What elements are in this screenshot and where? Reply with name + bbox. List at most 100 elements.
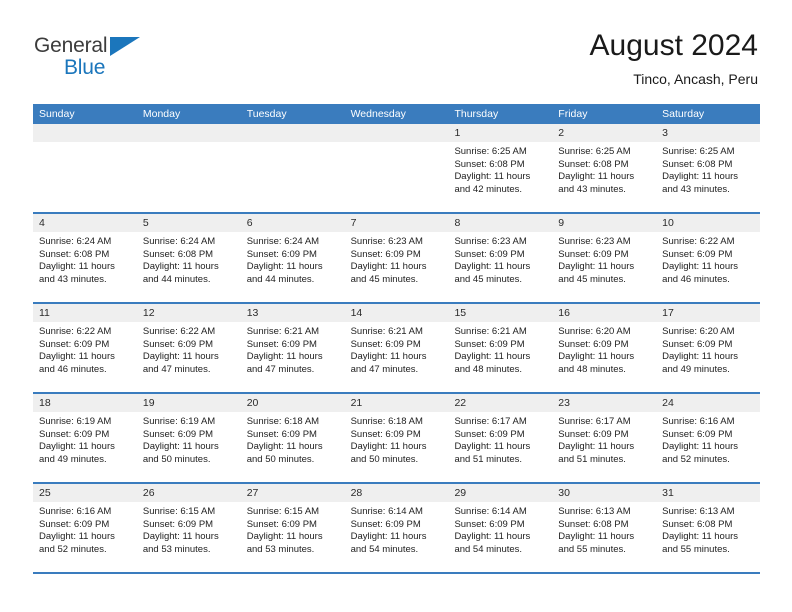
daylight-duration-line2: and 55 minutes. bbox=[558, 543, 626, 555]
sunrise-time: Sunrise: 6:20 AM bbox=[662, 326, 735, 337]
day-number: 21 bbox=[344, 394, 449, 412]
sunrise-time: Sunrise: 6:14 AM bbox=[454, 506, 527, 517]
daylight-duration-line2: and 54 minutes. bbox=[350, 543, 419, 555]
daylight-duration-line1: Daylight: 11 hours bbox=[558, 441, 635, 452]
day-details: Sunrise: 6:21 AM Sunset: 6:09 PM Daylight:… bbox=[448, 322, 552, 376]
daylight-duration-line1: Daylight: 11 hours bbox=[39, 261, 115, 272]
sunset-time: Sunset: 6:08 PM bbox=[454, 158, 525, 170]
calendar-day-cell[interactable]: 19 Sunrise: 6:19 AM Sunset: 6:09 PM Dayligh… bbox=[136, 394, 241, 482]
sunrise-time: Sunrise: 6:25 AM bbox=[454, 146, 527, 157]
calendar-day-cell[interactable]: 25 Sunrise: 6:16 AM Sunset: 6:09 PM Dayligh… bbox=[33, 484, 137, 572]
daylight-duration-line2: and 53 minutes. bbox=[246, 543, 315, 555]
daylight-duration-line2: and 44 minutes. bbox=[246, 273, 315, 285]
calendar-day-cell[interactable]: 15 Sunrise: 6:21 AM Sunset: 6:09 PM Dayligh… bbox=[448, 304, 553, 392]
day-number: 6 bbox=[240, 214, 345, 232]
calendar-day-cell[interactable]: 16 Sunrise: 6:20 AM Sunset: 6:09 PM Dayligh… bbox=[552, 304, 657, 392]
sunset-time: Sunset: 6:08 PM bbox=[558, 158, 629, 170]
daylight-duration-line2: and 53 minutes. bbox=[142, 543, 211, 555]
calendar-day-cell[interactable]: 29 Sunrise: 6:14 AM Sunset: 6:09 PM Dayligh… bbox=[448, 484, 553, 572]
weekday-header-wednesday: Wednesday bbox=[350, 108, 406, 120]
calendar-day-cell[interactable]: 22 Sunrise: 6:17 AM Sunset: 6:09 PM Dayligh… bbox=[448, 394, 553, 482]
calendar-day-cell[interactable]: 24 Sunrise: 6:16 AM Sunset: 6:09 PM Dayligh… bbox=[656, 394, 761, 482]
day-number: 4 bbox=[33, 214, 137, 232]
calendar-day-cell[interactable]: 4 Sunrise: 6:24 AM Sunset: 6:08 PM Daylight… bbox=[33, 214, 137, 302]
day-details: Sunrise: 6:24 AM Sunset: 6:08 PM Daylight:… bbox=[33, 232, 137, 286]
calendar-day-cell[interactable]: 20 Sunrise: 6:18 AM Sunset: 6:09 PM Dayligh… bbox=[240, 394, 345, 482]
daylight-duration-line1: Daylight: 11 hours bbox=[662, 531, 739, 542]
day-number: 23 bbox=[552, 394, 657, 412]
daylight-duration-line1: Daylight: 11 hours bbox=[558, 261, 635, 272]
sunset-time: Sunset: 6:09 PM bbox=[142, 338, 214, 350]
day-details: Sunrise: 6:13 AM Sunset: 6:08 PM Daylight:… bbox=[656, 502, 760, 556]
daylight-duration-line1: Daylight: 11 hours bbox=[454, 531, 531, 542]
day-details: Sunrise: 6:19 AM Sunset: 6:09 PM Daylight:… bbox=[33, 412, 137, 466]
day-details: Sunrise: 6:22 AM Sunset: 6:09 PM Daylight:… bbox=[33, 322, 137, 376]
daylight-duration-line1: Daylight: 11 hours bbox=[39, 351, 115, 362]
calendar-day-cell[interactable]: 26 Sunrise: 6:15 AM Sunset: 6:09 PM Dayligh… bbox=[136, 484, 241, 572]
calendar-day-cell[interactable]: 1 Sunrise: 6:25 AM Sunset: 6:08 PM Daylight… bbox=[448, 124, 553, 212]
calendar-day-cell[interactable]: 5 Sunrise: 6:24 AM Sunset: 6:08 PM Daylight… bbox=[136, 214, 241, 302]
sunset-time: Sunset: 6:09 PM bbox=[142, 518, 214, 530]
sunset-time: Sunset: 6:09 PM bbox=[558, 248, 629, 260]
calendar-day-cell[interactable]: 23 Sunrise: 6:17 AM Sunset: 6:09 PM Dayligh… bbox=[552, 394, 657, 482]
daylight-duration-line1: Daylight: 11 hours bbox=[39, 531, 115, 542]
daylight-duration-line1: Daylight: 11 hours bbox=[246, 531, 323, 542]
day-number: 19 bbox=[136, 394, 241, 412]
calendar-day-cell[interactable]: 7 Sunrise: 6:23 AM Sunset: 6:09 PM Daylight… bbox=[344, 214, 449, 302]
day-details: Sunrise: 6:18 AM Sunset: 6:09 PM Daylight:… bbox=[345, 412, 449, 466]
calendar-day-cell[interactable]: 17 Sunrise: 6:20 AM Sunset: 6:09 PM Dayligh… bbox=[656, 304, 761, 392]
calendar-week-row: 25 Sunrise: 6:16 AM Sunset: 6:09 PM Dayligh… bbox=[33, 482, 761, 572]
day-details: Sunrise: 6:21 AM Sunset: 6:09 PM Daylight:… bbox=[241, 322, 345, 376]
calendar-day-cell[interactable]: 10 Sunrise: 6:22 AM Sunset: 6:09 PM Dayligh… bbox=[656, 214, 761, 302]
weekday-header-thursday: Thursday bbox=[454, 108, 499, 120]
day-number: 24 bbox=[656, 394, 761, 412]
calendar-day-cell[interactable]: 8 Sunrise: 6:23 AM Sunset: 6:09 PM Daylight… bbox=[448, 214, 553, 302]
calendar-day-cell[interactable]: 14 Sunrise: 6:21 AM Sunset: 6:09 PM Dayligh… bbox=[344, 304, 449, 392]
daylight-duration-line2: and 47 minutes. bbox=[246, 363, 315, 375]
calendar-day-cell[interactable]: 11 Sunrise: 6:22 AM Sunset: 6:09 PM Dayligh… bbox=[33, 304, 137, 392]
day-details: Sunrise: 6:14 AM Sunset: 6:09 PM Daylight:… bbox=[448, 502, 552, 556]
calendar-day-cell[interactable]: 30 Sunrise: 6:13 AM Sunset: 6:08 PM Dayligh… bbox=[552, 484, 657, 572]
calendar-day-cell[interactable]: 9 Sunrise: 6:23 AM Sunset: 6:09 PM Daylight… bbox=[552, 214, 657, 302]
general-blue-logo[interactable]: General Blue bbox=[34, 34, 154, 86]
sunrise-time: Sunrise: 6:16 AM bbox=[662, 416, 735, 427]
calendar-day-cell[interactable]: 3 Sunrise: 6:25 AM Sunset: 6:08 PM Daylight… bbox=[656, 124, 761, 212]
day-details: Sunrise: 6:18 AM Sunset: 6:09 PM Daylight:… bbox=[241, 412, 345, 466]
sunrise-time: Sunrise: 6:25 AM bbox=[662, 146, 735, 157]
calendar-day-cell[interactable]: 13 Sunrise: 6:21 AM Sunset: 6:09 PM Dayligh… bbox=[240, 304, 345, 392]
calendar-day-cell[interactable]: 28 Sunrise: 6:14 AM Sunset: 6:09 PM Dayligh… bbox=[344, 484, 449, 572]
calendar-weeks: 1 Sunrise: 6:25 AM Sunset: 6:08 PM Daylight… bbox=[33, 124, 761, 572]
daylight-duration-line1: Daylight: 11 hours bbox=[558, 171, 635, 182]
day-details: Sunrise: 6:22 AM Sunset: 6:09 PM Daylight:… bbox=[137, 322, 241, 376]
sunset-time: Sunset: 6:09 PM bbox=[39, 518, 110, 530]
calendar-day-cell[interactable]: 2 Sunrise: 6:25 AM Sunset: 6:08 PM Daylight… bbox=[552, 124, 657, 212]
day-number: 27 bbox=[240, 484, 345, 502]
calendar-day-cell[interactable]: 18 Sunrise: 6:19 AM Sunset: 6:09 PM Dayligh… bbox=[33, 394, 137, 482]
sunrise-time: Sunrise: 6:20 AM bbox=[558, 326, 631, 337]
sunrise-time: Sunrise: 6:13 AM bbox=[558, 506, 631, 517]
sunrise-time: Sunrise: 6:16 AM bbox=[39, 506, 112, 517]
daylight-duration-line2: and 46 minutes. bbox=[39, 363, 107, 375]
day-number: 26 bbox=[136, 484, 241, 502]
calendar-day-cell[interactable]: 27 Sunrise: 6:15 AM Sunset: 6:09 PM Dayligh… bbox=[240, 484, 345, 572]
day-details: Sunrise: 6:20 AM Sunset: 6:09 PM Daylight:… bbox=[656, 322, 760, 376]
day-details: Sunrise: 6:16 AM Sunset: 6:09 PM Daylight:… bbox=[33, 502, 137, 556]
daylight-duration-line2: and 55 minutes. bbox=[662, 543, 730, 555]
sunset-time: Sunset: 6:09 PM bbox=[454, 248, 525, 260]
calendar-day-cell[interactable]: 31 Sunrise: 6:13 AM Sunset: 6:08 PM Dayligh… bbox=[656, 484, 761, 572]
sunrise-time: Sunrise: 6:13 AM bbox=[662, 506, 735, 517]
daylight-duration-line1: Daylight: 11 hours bbox=[662, 441, 739, 452]
sunrise-time: Sunrise: 6:22 AM bbox=[142, 326, 216, 337]
daylight-duration-line1: Daylight: 11 hours bbox=[662, 351, 739, 362]
daylight-duration-line2: and 54 minutes. bbox=[454, 543, 523, 555]
day-details: Sunrise: 6:24 AM Sunset: 6:09 PM Daylight:… bbox=[241, 232, 345, 286]
daylight-duration-line1: Daylight: 11 hours bbox=[454, 171, 531, 182]
page-header: General Blue August 2024 Tinco, Ancash, … bbox=[34, 28, 758, 98]
calendar-day-cell[interactable]: 12 Sunrise: 6:22 AM Sunset: 6:09 PM Dayligh… bbox=[136, 304, 241, 392]
day-details: Sunrise: 6:15 AM Sunset: 6:09 PM Daylight:… bbox=[137, 502, 241, 556]
sunset-time: Sunset: 6:09 PM bbox=[350, 248, 421, 260]
day-number bbox=[33, 124, 137, 142]
calendar-day-cell[interactable]: 6 Sunrise: 6:24 AM Sunset: 6:09 PM Daylight… bbox=[240, 214, 345, 302]
calendar-day-cell[interactable]: 21 Sunrise: 6:18 AM Sunset: 6:09 PM Dayligh… bbox=[344, 394, 449, 482]
sunrise-time: Sunrise: 6:21 AM bbox=[246, 326, 320, 337]
